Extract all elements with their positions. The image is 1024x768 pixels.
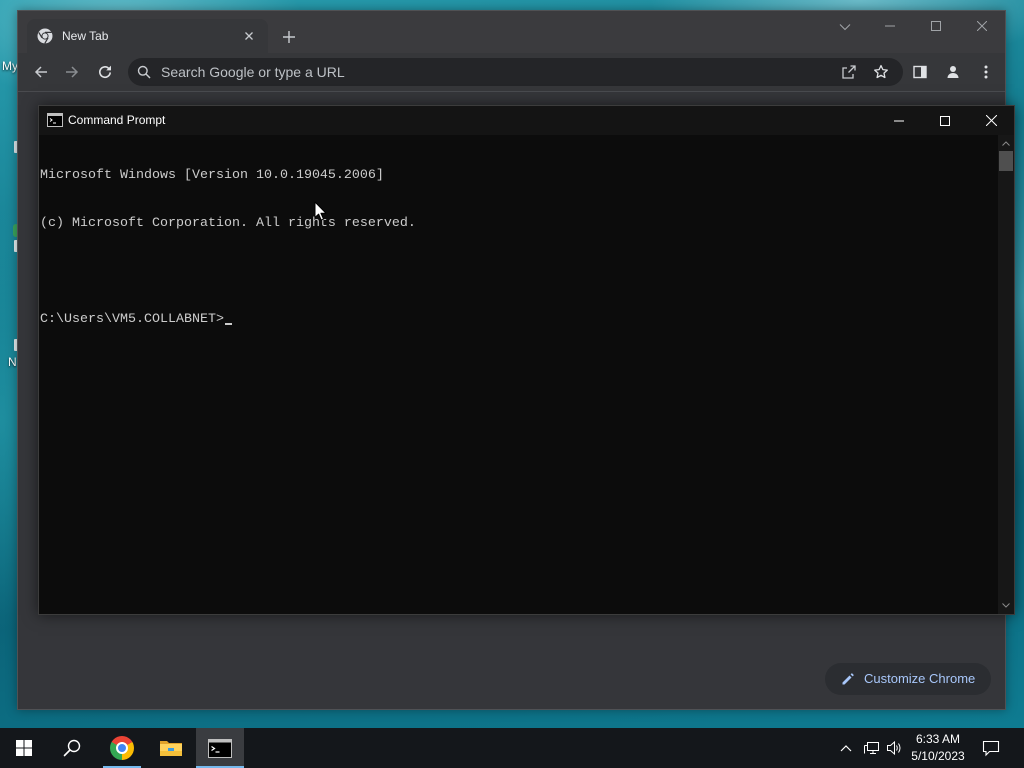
close-button[interactable] bbox=[959, 11, 1005, 41]
console-line: (c) Microsoft Corporation. All rights re… bbox=[40, 216, 416, 231]
volume-icon bbox=[886, 740, 902, 756]
network-button[interactable] bbox=[862, 728, 880, 768]
tab-close-icon[interactable] bbox=[242, 29, 256, 43]
command-prompt-icon bbox=[47, 113, 63, 127]
file-explorer-icon bbox=[159, 738, 183, 758]
notification-icon bbox=[982, 739, 1000, 757]
omnibox-input[interactable] bbox=[161, 58, 721, 86]
customize-chrome-label: Customize Chrome bbox=[864, 671, 976, 686]
command-prompt-icon bbox=[208, 738, 232, 758]
cmd-minimize-button[interactable] bbox=[876, 106, 922, 135]
chevron-up-icon bbox=[840, 744, 852, 752]
tab-new-tab[interactable]: New Tab bbox=[27, 19, 268, 53]
scroll-down-arrow-icon[interactable] bbox=[1002, 603, 1010, 608]
action-center-button[interactable] bbox=[971, 728, 1011, 768]
taskbar-clock[interactable]: 6:33 AM 5/10/2023 bbox=[906, 731, 970, 765]
scrollbar-thumb[interactable] bbox=[999, 151, 1013, 171]
taskbar-file-explorer-button[interactable] bbox=[147, 728, 195, 768]
reload-icon[interactable] bbox=[97, 64, 113, 80]
tab-title: New Tab bbox=[62, 29, 109, 43]
forward-arrow-icon[interactable] bbox=[64, 64, 80, 80]
desktop-icon-label[interactable]: My bbox=[2, 59, 18, 73]
profile-icon[interactable] bbox=[945, 64, 961, 80]
volume-button[interactable] bbox=[885, 728, 903, 768]
console-line: Microsoft Windows [Version 10.0.19045.20… bbox=[40, 168, 384, 183]
desktop-icon-label[interactable]: N bbox=[8, 355, 17, 369]
clock-time: 6:33 AM bbox=[915, 732, 961, 746]
side-panel-icon[interactable] bbox=[912, 64, 928, 80]
windows-start-icon bbox=[16, 740, 32, 756]
taskbar-command-prompt-button[interactable] bbox=[196, 728, 244, 768]
menu-icon[interactable] bbox=[978, 64, 994, 80]
scroll-up-arrow-icon[interactable] bbox=[1002, 141, 1010, 146]
chrome-favicon-icon bbox=[37, 28, 53, 44]
console-output[interactable]: Microsoft Windows [Version 10.0.19045.20… bbox=[39, 135, 998, 614]
clock-date: 5/10/2023 bbox=[911, 749, 965, 763]
start-button[interactable] bbox=[0, 728, 48, 768]
vertical-scrollbar[interactable] bbox=[998, 135, 1014, 614]
taskbar-chrome-button[interactable] bbox=[98, 728, 146, 768]
maximize-button[interactable] bbox=[913, 11, 959, 41]
tab-strip: New Tab bbox=[18, 11, 1005, 53]
window-controls bbox=[867, 11, 1005, 41]
window-title: Command Prompt bbox=[68, 113, 166, 127]
chrome-icon bbox=[110, 736, 134, 760]
taskbar: 6:33 AM 5/10/2023 bbox=[0, 728, 1024, 768]
back-arrow-icon[interactable] bbox=[33, 64, 49, 80]
text-cursor bbox=[224, 323, 232, 325]
new-tab-button[interactable] bbox=[281, 29, 297, 45]
minimize-button[interactable] bbox=[867, 11, 913, 41]
show-hidden-icons-button[interactable] bbox=[836, 728, 856, 768]
search-icon bbox=[63, 739, 81, 757]
console-prompt: C:\Users\VM5.COLLABNET> bbox=[40, 312, 224, 327]
chrome-toolbar bbox=[18, 53, 1005, 92]
share-icon[interactable] bbox=[841, 64, 857, 80]
cmd-title-bar[interactable]: Command Prompt bbox=[39, 106, 1014, 135]
cmd-close-button[interactable] bbox=[968, 106, 1014, 135]
omnibox[interactable] bbox=[128, 58, 903, 86]
cmd-maximize-button[interactable] bbox=[922, 106, 968, 135]
search-icon bbox=[137, 65, 151, 79]
command-prompt-window: Command Prompt Microsoft Windows [Versio… bbox=[38, 105, 1015, 615]
console-prompt-line[interactable]: C:\Users\VM5.COLLABNET> bbox=[40, 312, 998, 328]
customize-chrome-button[interactable]: Customize Chrome bbox=[825, 663, 991, 695]
star-icon[interactable] bbox=[873, 64, 889, 80]
tab-search-chevron-icon[interactable] bbox=[839, 23, 851, 31]
cmd-window-controls bbox=[876, 106, 1014, 135]
taskbar-search-button[interactable] bbox=[48, 728, 96, 768]
mouse-pointer-icon bbox=[314, 201, 327, 221]
pencil-icon bbox=[841, 672, 855, 686]
network-icon bbox=[863, 740, 879, 756]
